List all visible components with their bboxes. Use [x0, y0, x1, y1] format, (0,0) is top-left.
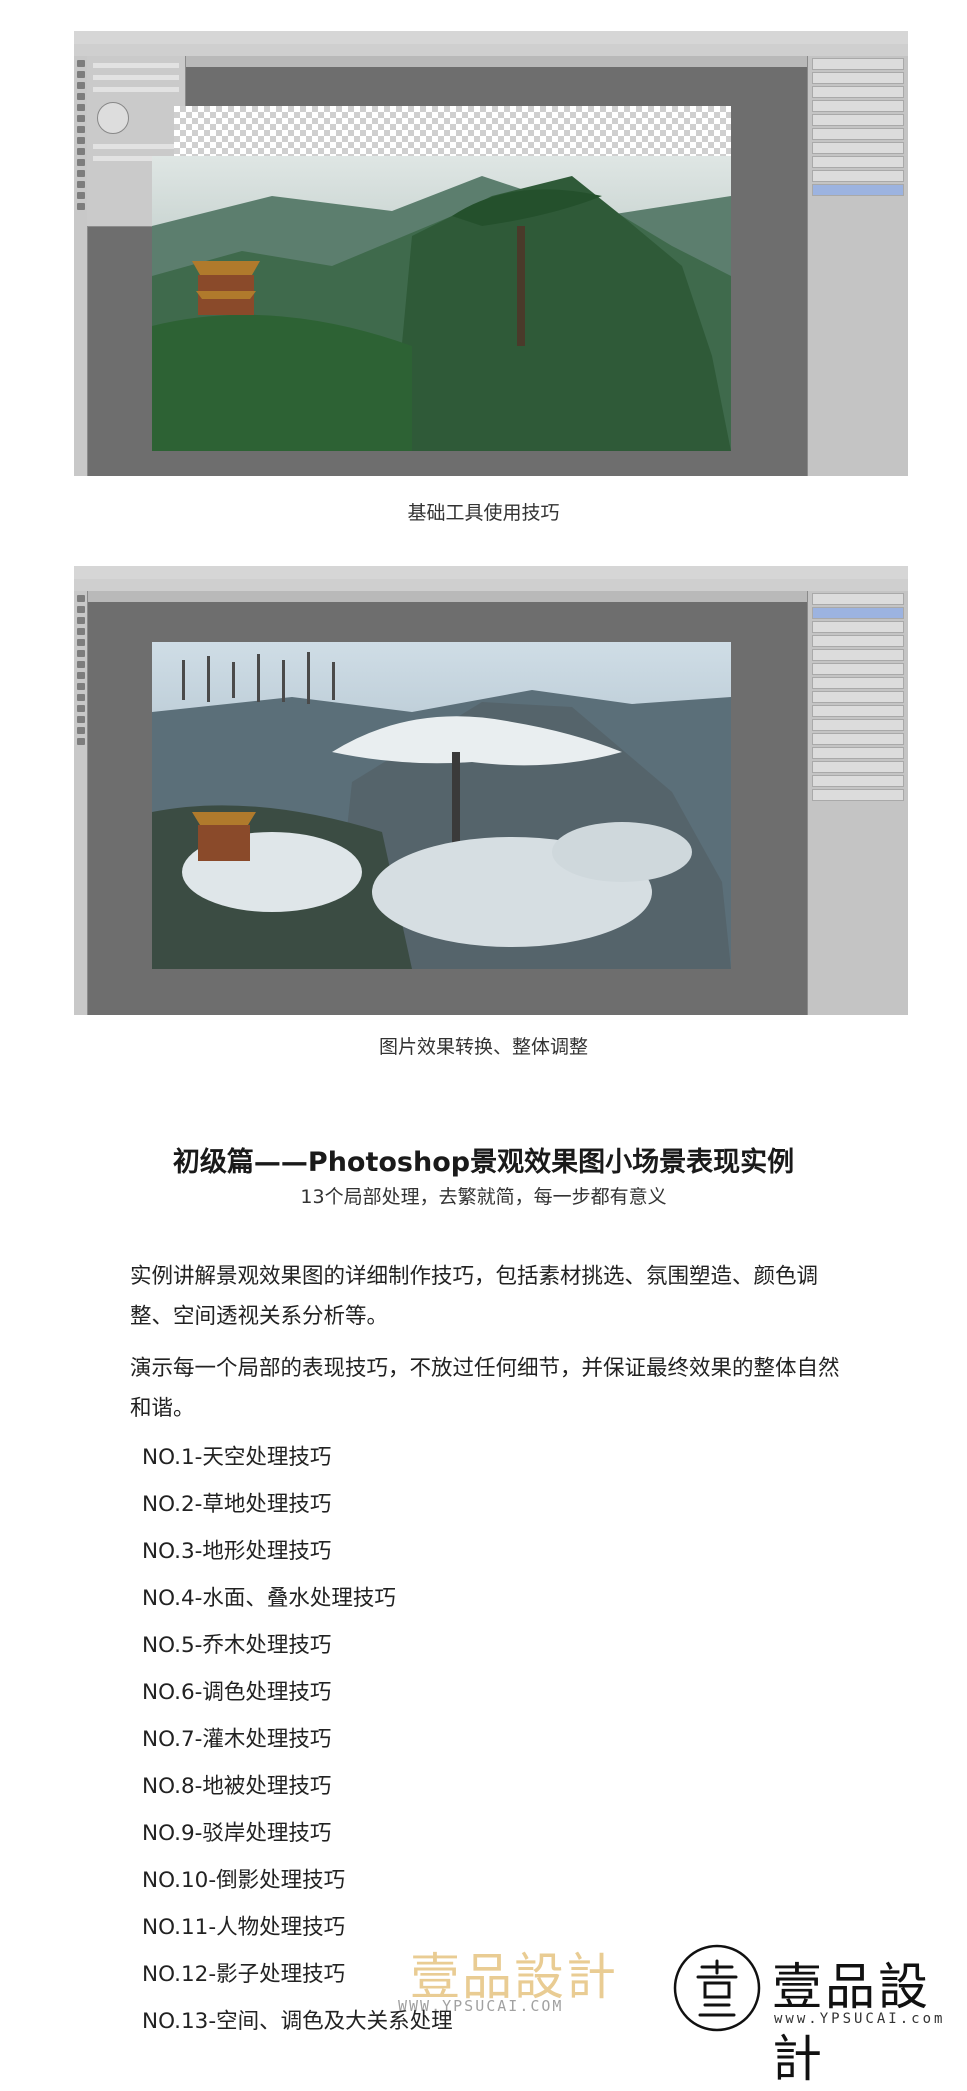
list-item: NO.10-倒影处理技巧 [142, 1868, 346, 1893]
watermark-url: WWW.YPSUCAI.COM [398, 1997, 564, 2015]
intro-paragraph: 实例讲解景观效果图的详细制作技巧，包括素材挑选、氛围塑造、颜色调整、空间透视关系… [130, 1264, 819, 1329]
watermark-logo: 壹品設計 www.YPSUCAI.com [672, 1943, 962, 2088]
figure-caption: 图片效果转换、整体调整 [378, 1036, 588, 1058]
list-item: NO.9-驳岸处理技巧 [142, 1821, 332, 1846]
list-item: NO.8-地被处理技巧 [142, 1774, 332, 1799]
ps-toolbox [74, 56, 88, 476]
list-item: NO.2-草地处理技巧 [142, 1492, 332, 1517]
page-title: 初级篇——Photoshop景观效果图小场景表现实例 [172, 1147, 795, 1178]
seal-logo-icon [673, 1944, 761, 2032]
ps-layers-panel [807, 591, 908, 1015]
page-subtitle: 13个局部处理，去繁就简，每一步都有意义 [300, 1186, 667, 1208]
list-item: NO.3-地形处理技巧 [142, 1539, 332, 1564]
ps-toolbox [74, 591, 88, 1015]
intro-paragraph: 演示每一个局部的表现技巧，不放过任何细节，并保证最终效果的整体自然和谐。 [130, 1356, 840, 1421]
ps-menu-bar [74, 31, 908, 45]
landscape-image-green [152, 156, 731, 451]
figure-caption: 基础工具使用技巧 [407, 502, 560, 524]
brush-angle-icon [97, 102, 129, 134]
ps-menu-bar [74, 566, 908, 580]
watermark-url: www.YPSUCAI.com [774, 2011, 946, 2027]
watermark-center: 壹品設計 WWW.YPSUCAI.COM [398, 1937, 638, 2027]
ps-document-tabs [86, 591, 808, 602]
screenshot-basic-tools [74, 31, 908, 476]
list-item: NO.6-调色处理技巧 [142, 1680, 332, 1705]
ps-layers-panel [807, 56, 908, 476]
list-item: NO.7-灌木处理技巧 [142, 1727, 332, 1752]
list-item: NO.5-乔木处理技巧 [142, 1633, 332, 1658]
screenshot-effect-conversion [74, 566, 908, 1015]
list-item: NO.4-水面、叠水处理技巧 [142, 1586, 396, 1611]
landscape-image-snow [152, 642, 731, 969]
list-item: NO.1-天空处理技巧 [142, 1445, 332, 1470]
ps-document-tabs [86, 56, 808, 67]
